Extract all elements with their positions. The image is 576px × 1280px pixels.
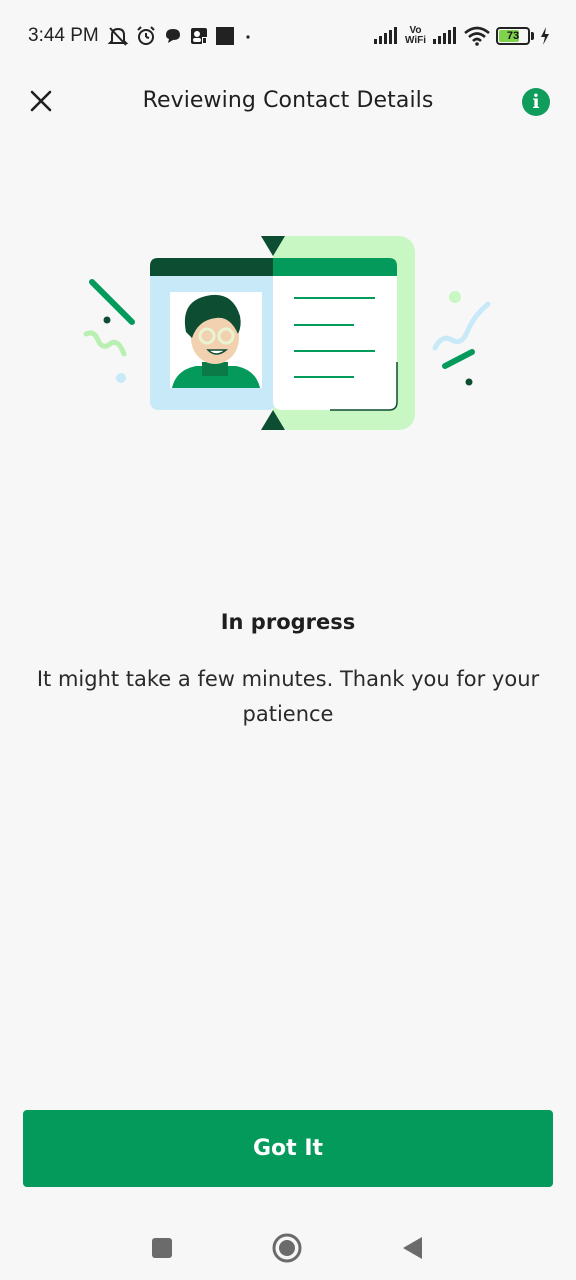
got-it-button-label: Got It	[252, 1136, 324, 1161]
card-right-panel	[273, 258, 397, 410]
status-time: 3:44 PM	[28, 25, 99, 46]
status-title: In progress	[220, 610, 356, 634]
status-bar-right: Vo WiFi 73	[373, 22, 550, 50]
page-title: Reviewing Contact Details	[142, 88, 434, 113]
status-bar-left: 3:44 PM	[28, 22, 255, 50]
circle-home-icon	[272, 1233, 302, 1263]
contact-card-icon	[189, 26, 209, 46]
vowifi-bottom-label: WiFi	[404, 35, 426, 46]
confetti-squiggle	[83, 330, 127, 357]
vowifi-icon: Vo WiFi	[405, 26, 426, 46]
confetti-squiggle	[432, 301, 491, 351]
close-icon	[30, 90, 52, 112]
home-button[interactable]	[269, 1230, 305, 1266]
status-message: It might take a few minutes. Thank you f…	[36, 667, 540, 726]
recents-button[interactable]	[144, 1230, 180, 1266]
confetti-stripe	[442, 349, 475, 369]
signal-icon	[373, 27, 399, 45]
alarm-icon	[135, 25, 157, 47]
charging-icon	[540, 27, 550, 45]
header: Reviewing Contact Details i	[0, 72, 576, 134]
muted-bell-icon	[107, 25, 129, 47]
portrait-collar	[202, 362, 228, 376]
battery-icon: 73	[496, 27, 530, 45]
info-icon: i	[532, 91, 540, 113]
got-it-button[interactable]: Got It	[23, 1110, 553, 1187]
confetti-dot	[116, 373, 126, 383]
card-right-header	[273, 258, 397, 276]
info-button[interactable]: i	[522, 88, 550, 116]
wifi-icon	[464, 26, 490, 46]
card-left-header	[150, 258, 276, 276]
confetti-dot	[465, 378, 473, 386]
signal-icon	[432, 27, 458, 45]
contact-card-illustration	[80, 230, 500, 440]
square-recents-icon	[152, 1238, 172, 1258]
confetti-dot	[103, 316, 111, 324]
status-bar: 3:44 PM Vo WiFi 73	[0, 0, 576, 72]
chat-bubble-icon	[163, 26, 183, 46]
close-button[interactable]	[20, 80, 62, 122]
dot-icon	[241, 29, 255, 43]
confetti-dot	[449, 291, 461, 303]
battery-level: 73	[506, 30, 520, 42]
battery-cap	[531, 32, 534, 40]
system-nav-bar	[0, 1210, 576, 1280]
screen: 3:44 PM Vo WiFi 73 Reviewing Contact Det…	[0, 0, 576, 1280]
square-notification-icon	[215, 26, 235, 46]
back-button[interactable]	[394, 1230, 430, 1266]
confetti-stripe	[89, 279, 135, 325]
triangle-back-icon	[403, 1237, 422, 1259]
